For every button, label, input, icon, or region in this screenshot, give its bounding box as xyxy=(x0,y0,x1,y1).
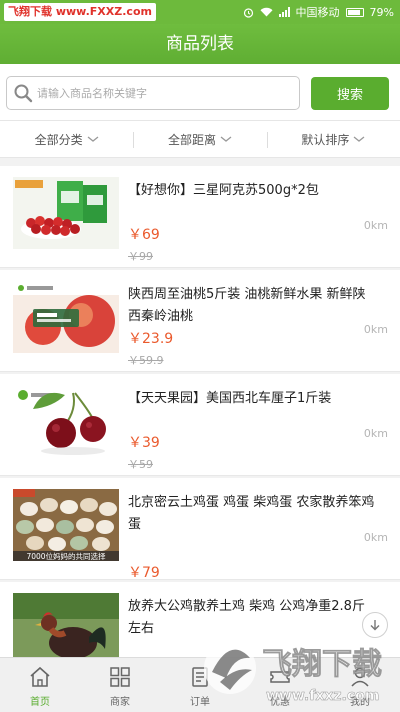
product-distance: 0km xyxy=(363,323,388,336)
product-original-price: ￥59.9 xyxy=(128,354,164,367)
chevron-down-icon xyxy=(220,136,232,142)
filter-distance[interactable]: 全部距离 xyxy=(133,121,266,157)
product-distance: 0km xyxy=(363,219,388,232)
filter-bar: 全部分类 全部距离 默认排序 xyxy=(0,120,400,158)
product-item[interactable]: 陕西周至油桃5斤装 油桃新鲜水果 新鲜陕西秦岭油桃 0km ￥23.9 ￥59.… xyxy=(0,270,400,372)
product-name: 放养大公鸡散养土鸡 柴鸡 公鸡净重2.8斤左右 xyxy=(128,599,365,636)
filter-category-label: 全部分类 xyxy=(34,132,83,147)
filter-sort[interactable]: 默认排序 xyxy=(266,121,400,157)
signal-icon xyxy=(278,7,290,17)
product-item[interactable]: 【好想你】三星阿克苏500g*2包 0km ￥69 ￥99 xyxy=(0,166,400,268)
home-icon xyxy=(30,666,50,687)
status-indicators: 中国移动 79% xyxy=(243,4,400,20)
alarm-icon xyxy=(243,7,253,18)
tab-orders[interactable]: 订单 xyxy=(160,658,240,712)
filter-category[interactable]: 全部分类 xyxy=(0,121,133,157)
chevron-down-icon xyxy=(87,136,99,142)
product-distance: 0km xyxy=(363,427,388,440)
filter-sort-label: 默认排序 xyxy=(301,132,350,147)
search-box xyxy=(6,76,300,110)
tab-coupons-label: 优惠 xyxy=(270,697,290,708)
search-button[interactable]: 搜索 xyxy=(311,77,389,110)
title-bar: 商品列表 xyxy=(0,24,400,64)
product-item[interactable]: 【天天果园】美国西北车厘子1斤装 0km ￥39 ￥59 xyxy=(0,374,400,476)
product-item[interactable]: 7000位妈妈的共同选择 北京密云土鸡蛋 鸡蛋 柴鸡蛋 农家散养笨鸡蛋 0km … xyxy=(0,478,400,581)
product-original-price: ￥99 xyxy=(128,250,153,263)
product-price: ￥23.9 xyxy=(128,331,174,347)
product-image-red-dates xyxy=(13,177,119,249)
product-image-eggs: 7000位妈妈的共同选择 xyxy=(13,489,119,561)
battery-level: 79% xyxy=(369,5,394,19)
wifi-icon xyxy=(260,7,273,17)
search-bar: 搜索 xyxy=(0,64,400,120)
tab-profile[interactable]: 我的 xyxy=(320,658,400,712)
tab-merchants-label: 商家 xyxy=(110,697,130,708)
order-icon xyxy=(192,667,208,687)
tab-home-label: 首页 xyxy=(30,697,50,708)
bottom-tab-bar: 首页 商家 订单 优惠 我的 xyxy=(0,657,400,712)
scroll-down-button[interactable] xyxy=(362,612,388,638)
product-image-nectarines xyxy=(13,281,119,353)
grid-icon xyxy=(110,667,130,687)
arrow-down-icon xyxy=(370,620,380,631)
watermark-label: 飞翔下载 www.FXXZ.com xyxy=(4,3,156,21)
tab-orders-label: 订单 xyxy=(190,697,210,708)
tab-merchants[interactable]: 商家 xyxy=(80,658,160,712)
page-title: 商品列表 xyxy=(166,34,234,54)
product-name: 【好想你】三星阿克苏500g*2包 xyxy=(128,183,319,198)
filter-distance-label: 全部距离 xyxy=(167,132,216,147)
product-price: ￥69 xyxy=(128,227,160,243)
product-name: 【天天果园】美国西北车厘子1斤装 xyxy=(128,391,332,406)
tab-profile-label: 我的 xyxy=(350,697,370,708)
product-name: 陕西周至油桃5斤装 油桃新鲜水果 新鲜陕西秦岭油桃 xyxy=(128,287,366,324)
tab-coupons[interactable]: 优惠 xyxy=(240,658,320,712)
user-icon xyxy=(351,667,369,687)
product-image-cherries xyxy=(13,385,119,457)
search-input[interactable] xyxy=(37,79,295,107)
status-bar: 飞翔下载 www.FXXZ.com 中国移动 79% xyxy=(0,0,400,24)
battery-icon xyxy=(345,7,364,17)
tab-home[interactable]: 首页 xyxy=(0,658,80,712)
egg-image-caption: 7000位妈妈的共同选择 xyxy=(26,551,106,561)
product-price: ￥39 xyxy=(128,435,160,451)
product-price: ￥79 xyxy=(128,565,160,581)
carrier-label: 中国移动 xyxy=(295,6,340,19)
chevron-down-icon xyxy=(353,136,365,142)
coupon-icon xyxy=(270,671,290,683)
product-original-price: ￥59 xyxy=(128,458,153,471)
search-icon xyxy=(14,84,33,103)
product-distance: 0km xyxy=(363,531,388,544)
product-name: 北京密云土鸡蛋 鸡蛋 柴鸡蛋 农家散养笨鸡蛋 xyxy=(128,495,375,532)
